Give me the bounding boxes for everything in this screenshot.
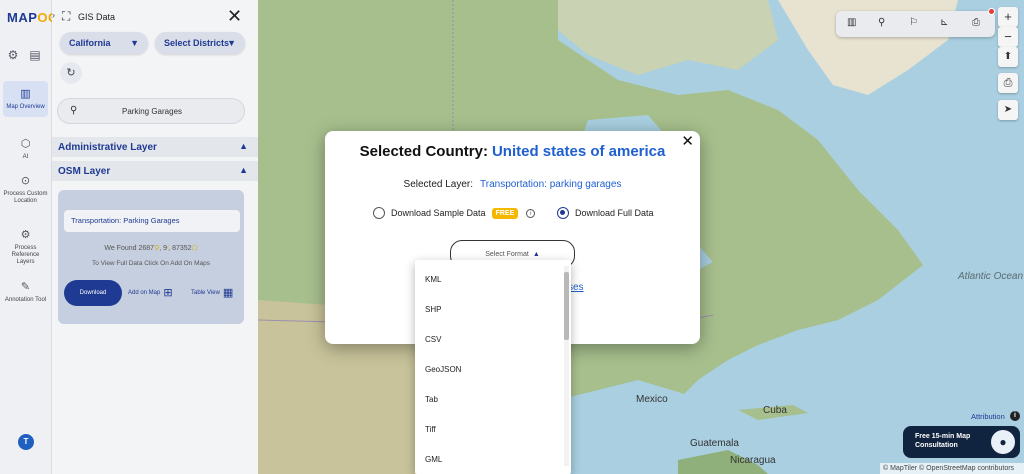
section-osm-layer[interactable]: OSM Layer ▲ [52, 161, 258, 181]
collapse-arrow-icon[interactable]: › [52, 10, 55, 20]
polygon-icon: ⬠ [191, 245, 198, 252]
notification-dot [988, 8, 995, 15]
place-label-guatemala: Guatemala [690, 438, 739, 449]
layers-stack-icon[interactable]: ▤ [28, 48, 42, 62]
info-icon[interactable]: i [526, 208, 536, 218]
search-input[interactable]: ⚲ Parking Garages [57, 98, 245, 124]
districts-select[interactable]: Select Districts ▼ [155, 32, 245, 54]
annotation-icon: ✎ [20, 281, 31, 293]
search-icon[interactable]: ⚲ [878, 17, 885, 28]
place-label-nicaragua: Nicaragua [730, 455, 776, 466]
rail-item-map-overview[interactable]: ▥ Map Overview [3, 81, 48, 117]
table-icon: ▦ [222, 287, 234, 299]
place-label-mexico: Mexico [636, 394, 668, 405]
icon-rail: MAPOG ⚙ ▤ ▥ Map Overview ⬡ AI ⊙ Process … [0, 0, 58, 474]
ocean-label: Atlantic Ocean [958, 271, 1024, 282]
radio-checked[interactable] [557, 207, 569, 219]
dropdown-scrollbar-thumb[interactable] [564, 272, 569, 340]
map-toolbar: ▥ ⚲ ⚐ ⊾ ⎙ [836, 11, 995, 37]
place-label-cuba: Cuba [763, 405, 787, 416]
consultation-button[interactable]: Free 15-min Map Consultation ● [903, 426, 1020, 458]
rail-item-process-reference-layers[interactable]: ⚙ Process Reference Layers [3, 228, 48, 266]
rail-item-ai[interactable]: ⬡ AI [3, 137, 48, 161]
format-option-tab[interactable]: Tab [425, 395, 438, 404]
rail-item-annotation-tool[interactable]: ✎ Annotation Tool [3, 280, 48, 304]
state-select[interactable]: California ▼ [60, 32, 148, 54]
panel-title: GIS Data [78, 12, 116, 22]
point-icon: ⚲ [154, 245, 160, 252]
format-dropdown: KML SHP CSV GeoJSON Tab Tiff GML [415, 260, 571, 474]
radio-unchecked[interactable] [373, 207, 385, 219]
hint-text: To View Full Data Click On Add On Maps [91, 260, 210, 267]
osm-layer-card: Transportation: Parking Garages We Found… [58, 190, 244, 324]
print-icon[interactable]: ⎙ [972, 17, 980, 28]
map-copyright: © MapTiler © OpenStreetMap contributors [880, 463, 1024, 474]
settings-gear-icon[interactable]: ⚙ [6, 48, 20, 62]
free-badge: FREE [491, 207, 519, 219]
modal-title: Selected Country: United states of americ… [359, 143, 666, 160]
zoom-in-button[interactable]: + [998, 7, 1018, 27]
add-on-map-button[interactable]: Add on Map ⊞ [128, 286, 173, 299]
feature-counts: We Found 2687⚲, 9⁄, 87352⬠ [104, 245, 198, 252]
info-icon[interactable]: i [1010, 411, 1020, 421]
format-option-gml[interactable]: GML [425, 455, 442, 464]
refresh-icon[interactable]: ↻ [60, 62, 82, 84]
gis-layers-icon: ⛶ [62, 9, 71, 23]
format-option-shp[interactable]: SHP [425, 305, 441, 314]
rail-item-process-custom-location[interactable]: ⊙ Process Custom Location [3, 174, 48, 205]
full-data-option[interactable]: Download Full Data [557, 207, 654, 219]
pin-icon[interactable]: ⚐ [909, 17, 918, 28]
measure-icon[interactable]: ⊾ [940, 17, 948, 28]
zoom-out-button[interactable]: − [998, 27, 1018, 47]
gear-icon: ⚙ [20, 229, 31, 241]
chevron-up-icon: ▲ [239, 165, 248, 175]
caret-up-icon: ▲ [532, 251, 540, 258]
ai-chip-icon: ⬡ [20, 138, 31, 150]
format-option-geojson[interactable]: GeoJSON [425, 365, 461, 374]
line-icon: ⁄ [167, 245, 169, 252]
format-option-kml[interactable]: KML [425, 275, 441, 284]
attribution-link[interactable]: Attribution [971, 412, 1005, 421]
format-option-tiff[interactable]: Tiff [425, 425, 436, 434]
selected-layer-name[interactable]: Transportation: Parking Garages [64, 210, 240, 232]
chat-bubble-icon: ● [991, 430, 1015, 454]
chevron-down-icon: ▼ [227, 38, 236, 48]
avatar[interactable]: T [18, 434, 34, 450]
chevron-up-icon: ▲ [239, 141, 248, 151]
table-view-button[interactable]: Table View ▦ [191, 286, 233, 299]
location-pin-icon: ⊙ [20, 175, 31, 187]
locate-icon[interactable]: ➤ [998, 100, 1018, 120]
format-option-csv[interactable]: CSV [425, 335, 441, 344]
selected-layer: Selected Layer: Transportation: parking g… [403, 179, 622, 190]
book-map-icon: ▥ [20, 88, 31, 100]
gis-data-panel: › ⛶ GIS Data ✕ California ▼ Select Distr… [52, 0, 258, 474]
section-administrative-layer[interactable]: Administrative Layer ▲ [52, 137, 258, 157]
close-panel-icon[interactable]: ✕ [227, 6, 242, 27]
download-button[interactable]: Download [64, 280, 122, 306]
add-map-icon: ⊞ [163, 287, 173, 299]
sample-data-option[interactable]: Download Sample Data FREE i [373, 207, 536, 219]
logo[interactable]: MAPOG [7, 10, 59, 25]
compass-icon[interactable]: ⬆ [998, 47, 1018, 67]
print-map-button[interactable]: ⎙ [998, 73, 1018, 93]
chevron-down-icon: ▼ [130, 38, 139, 48]
map-book-icon[interactable]: ▥ [847, 17, 856, 28]
